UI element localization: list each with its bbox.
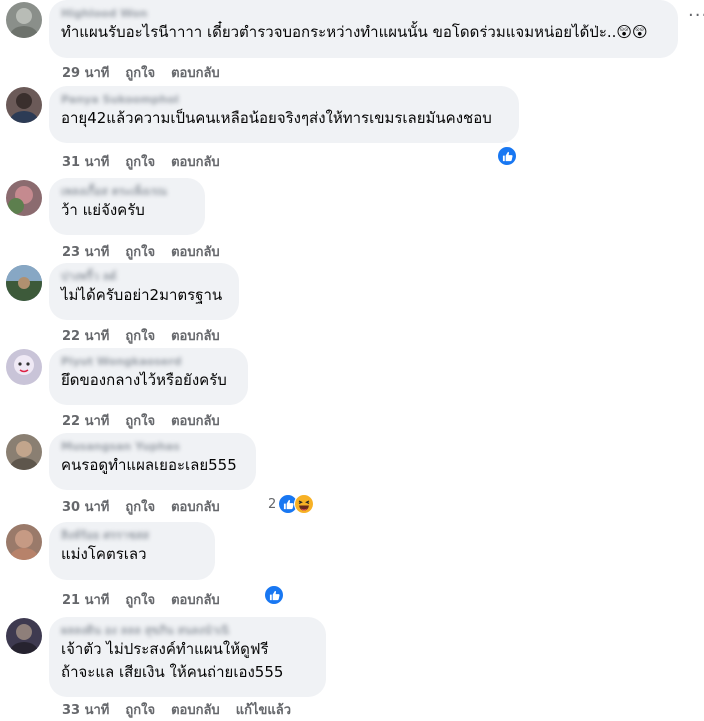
reply-link[interactable]: ตอบกลับ	[171, 593, 220, 608]
comment-time[interactable]: 23 นาที	[62, 245, 109, 260]
comment-time[interactable]: 29 นาที	[62, 66, 109, 81]
comment-actions: 33 นาที ถูกใจ ตอบกลับ แก้ไขแล้ว	[62, 699, 307, 718]
comment-bubble: ผลลงดิน อง ลลล สุขภิน สนลงนำเนิ เจ้าตัว …	[49, 617, 326, 697]
avatar[interactable]	[6, 87, 42, 123]
comment-text: ไม่ได้ครับอย่า2มาตรฐาน	[61, 286, 223, 304]
haha-reaction-icon	[294, 494, 315, 514]
comment-author[interactable]: สิงห์ร้อย ศรราชสส	[61, 529, 203, 543]
reply-link[interactable]: ตอบกลับ	[171, 703, 220, 718]
reply-link[interactable]: ตอบกลับ	[171, 245, 220, 260]
comment-author[interactable]: Musangsan Yuphas	[61, 440, 244, 454]
like-reaction-icon	[264, 585, 284, 605]
comment-time[interactable]: 30 นาที	[62, 500, 109, 515]
comment-author[interactable]: เพลงเกื้อส ตระเพ็งเรณ	[61, 185, 193, 199]
comment-actions: 22 นาที ถูกใจ ตอบกลับ	[62, 410, 236, 429]
comment-time[interactable]: 31 นาที	[62, 155, 109, 170]
reaction-count: 2	[268, 496, 277, 512]
comment-text: แม่งโคตรเลว	[61, 545, 147, 563]
avatar[interactable]	[6, 180, 42, 216]
comment-bubble: Piyut Wongkaoserd ยึดของกลางไว้หรือยังคร…	[49, 348, 248, 405]
reaction-summary[interactable]: 2	[268, 494, 315, 514]
like-link[interactable]: ถูกใจ	[125, 414, 155, 429]
comment-bubble: Panya Sukoomphol อายุ42แล้วความเป็นคนเหล…	[49, 86, 519, 143]
comment-time[interactable]: 22 นาที	[62, 414, 109, 429]
comment-time[interactable]: 22 นาที	[62, 329, 109, 344]
comment-text-line: เจ้าตัว ไม่ประสงค์ทำแผนให้ดูฟรี	[61, 640, 269, 658]
avatar[interactable]	[6, 265, 42, 301]
comment-actions: 30 นาที ถูกใจ ตอบกลับ	[62, 496, 236, 515]
reply-link[interactable]: ตอบกลับ	[171, 329, 220, 344]
comment-bubble: เพลงเกื้อส ตระเพ็งเรณ ว้า แย่จังครับ	[49, 178, 205, 235]
comment-actions: 22 นาที ถูกใจ ตอบกลับ	[62, 325, 236, 344]
comment-author[interactable]: Highlood Won	[61, 7, 666, 21]
more-options-icon[interactable]: ...	[688, 0, 704, 21]
comment-bubble: ปางพริ้ว ลด์ ไม่ได้ครับอย่า2มาตรฐาน	[49, 263, 239, 320]
comment-bubble: Highlood Won ทำแผนรับอะไรนีาาาา เดี๋ยวตำ…	[49, 0, 678, 58]
comment-text: คนรอดูทำแผลเยอะเลย555	[61, 456, 237, 474]
comment-author[interactable]: Piyut Wongkaoserd	[61, 355, 236, 369]
comment-actions: 29 นาที ถูกใจ ตอบกลับ	[62, 62, 236, 81]
reply-link[interactable]: ตอบกลับ	[171, 155, 220, 170]
comment-time[interactable]: 21 นาที	[62, 593, 109, 608]
reaction-summary[interactable]	[264, 585, 284, 605]
like-link[interactable]: ถูกใจ	[125, 703, 155, 718]
comment-actions: 23 นาที ถูกใจ ตอบกลับ	[62, 241, 236, 260]
like-link[interactable]: ถูกใจ	[125, 329, 155, 344]
comment-time[interactable]: 33 นาที	[62, 703, 109, 718]
reaction-summary[interactable]	[497, 146, 517, 166]
comment-text: ว้า แย่จังครับ	[61, 201, 145, 219]
avatar[interactable]	[6, 2, 42, 38]
like-link[interactable]: ถูกใจ	[125, 66, 155, 81]
like-link[interactable]: ถูกใจ	[125, 155, 155, 170]
edited-label[interactable]: แก้ไขแล้ว	[236, 703, 291, 718]
comment-actions: 21 นาที ถูกใจ ตอบกลับ	[62, 589, 236, 608]
comment-text: ทำแผนรับอะไรนีาาาา เดี๋ยวตำรวจบอกระหว่าง…	[61, 23, 648, 41]
avatar[interactable]	[6, 524, 42, 560]
comment-text: อายุ42แล้วความเป็นคนเหลือน้อยจริงๆส่งให้…	[61, 109, 492, 127]
comment-author[interactable]: Panya Sukoomphol	[61, 93, 507, 107]
reply-link[interactable]: ตอบกลับ	[171, 500, 220, 515]
avatar[interactable]	[6, 434, 42, 470]
like-link[interactable]: ถูกใจ	[125, 245, 155, 260]
comment-bubble: Musangsan Yuphas คนรอดูทำแผลเยอะเลย555	[49, 433, 256, 490]
reply-link[interactable]: ตอบกลับ	[171, 66, 220, 81]
comment-text-line: ถ้าจะแล เสียเงิน ให้คนถ่ายเอง555	[61, 663, 284, 681]
comment-bubble: สิงห์ร้อย ศรราชสส แม่งโคตรเลว	[49, 522, 215, 580]
comment-author[interactable]: ปางพริ้ว ลด์	[61, 270, 227, 284]
avatar[interactable]	[6, 349, 42, 385]
comment-author[interactable]: ผลลงดิน อง ลลล สุขภิน สนลงนำเนิ	[61, 624, 314, 638]
comment-actions: 31 นาที ถูกใจ ตอบกลับ	[62, 151, 236, 170]
like-reaction-icon	[497, 146, 517, 166]
like-link[interactable]: ถูกใจ	[125, 500, 155, 515]
comment-text: ยึดของกลางไว้หรือยังครับ	[61, 371, 227, 389]
reply-link[interactable]: ตอบกลับ	[171, 414, 220, 429]
like-link[interactable]: ถูกใจ	[125, 593, 155, 608]
avatar[interactable]	[6, 618, 42, 654]
